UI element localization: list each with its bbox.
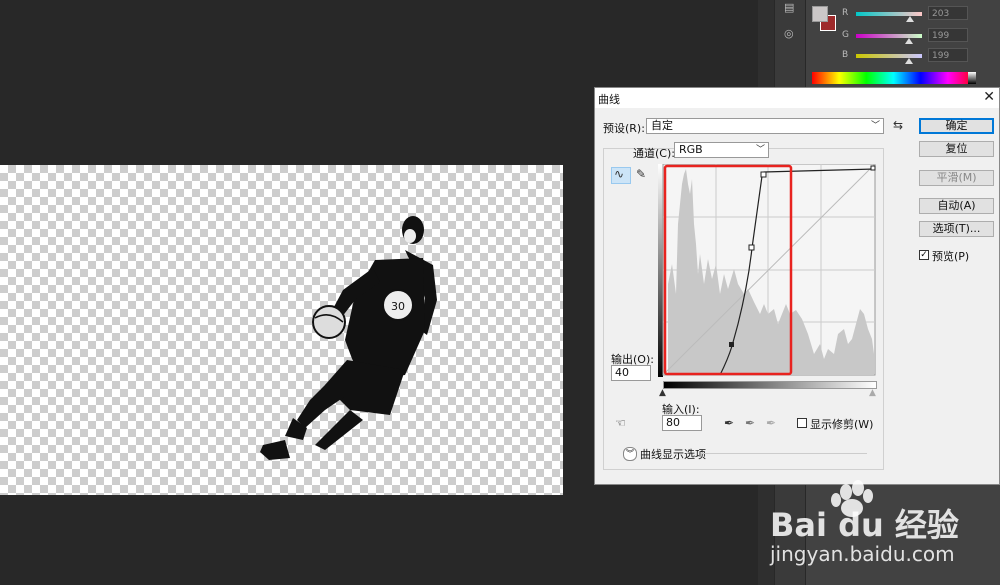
- pencil-icon[interactable]: ✎: [636, 167, 646, 181]
- chevron-down-icon: ﹀: [870, 121, 880, 131]
- curve-display-options-label[interactable]: 曲线显示选项: [640, 446, 706, 462]
- blue-value-field[interactable]: 199: [928, 48, 968, 62]
- preset-label: 预设(R):: [603, 122, 645, 135]
- panel-icon-1[interactable]: ▤: [784, 2, 796, 14]
- green-slider-row: G 199: [842, 28, 972, 44]
- options-button[interactable]: 选项(T)...: [919, 221, 994, 237]
- red-slider-knob[interactable]: [906, 16, 914, 22]
- blue-slider-knob[interactable]: [905, 58, 913, 64]
- show-clipping-label: 显示修剪(W): [810, 418, 874, 431]
- ok-button[interactable]: 确定: [919, 118, 994, 134]
- curve-point: [760, 171, 767, 178]
- channel-label: 通道(C):: [633, 147, 675, 160]
- smooth-button[interactable]: 平滑(M): [919, 170, 994, 186]
- red-slider-row: R 203: [842, 6, 972, 22]
- blue-slider-row: B 199: [842, 48, 972, 64]
- output-field[interactable]: 40: [611, 365, 651, 381]
- curves-dialog: 曲线 ✕ 预设(R): 自定 ﹀ ⇆ 通道(C): RGB ﹀ ∿ ✎ ▲ ▲ …: [594, 87, 1000, 485]
- black-eyedropper-icon[interactable]: ✒: [724, 416, 734, 430]
- white-eyedropper-icon[interactable]: ✒: [766, 416, 776, 430]
- preview-checkbox[interactable]: ✓: [919, 250, 929, 260]
- channel-select[interactable]: RGB ﹀: [674, 142, 769, 158]
- gray-eyedropper-icon[interactable]: ✒: [745, 416, 755, 430]
- preset-select[interactable]: 自定 ﹀: [646, 118, 884, 134]
- svg-text:30: 30: [391, 300, 405, 313]
- green-label: G: [842, 30, 849, 40]
- show-clipping-checkbox[interactable]: [797, 418, 807, 428]
- curve-graph[interactable]: [658, 164, 876, 377]
- curve-point: [729, 342, 734, 347]
- watermark-url: jingyan.baidu.com: [770, 542, 955, 566]
- black-point-slider[interactable]: ▲: [659, 388, 666, 398]
- preview-label: 预览(P): [932, 250, 970, 263]
- divider: [701, 453, 867, 454]
- panel-icon-2[interactable]: ◎: [784, 28, 796, 40]
- green-slider-knob[interactable]: [905, 38, 913, 44]
- preset-options-icon[interactable]: ⇆: [893, 118, 903, 132]
- input-field[interactable]: 80: [662, 415, 702, 431]
- expand-icon[interactable]: ︾: [623, 447, 637, 461]
- preset-value: 自定: [651, 119, 673, 132]
- chevron-down-icon: ﹀: [755, 145, 765, 155]
- curve-point: [870, 165, 876, 171]
- green-value-field[interactable]: 199: [928, 28, 968, 42]
- on-image-adjust-icon[interactable]: ☜: [615, 416, 626, 430]
- close-icon[interactable]: ✕: [983, 89, 995, 105]
- dialog-titlebar[interactable]: 曲线 ✕: [595, 88, 999, 108]
- color-spectrum-bar[interactable]: [812, 72, 976, 84]
- channel-value: RGB: [679, 143, 703, 156]
- output-gradient-bar: [658, 164, 663, 377]
- curve-point: [748, 244, 755, 251]
- dialog-title: 曲线: [598, 93, 620, 106]
- watermark-brand: Bai du 经验: [770, 506, 959, 544]
- auto-button[interactable]: 自动(A): [919, 198, 994, 214]
- input-gradient-bar: [663, 381, 877, 389]
- blue-label: B: [842, 50, 849, 60]
- foreground-color-swatch[interactable]: [812, 6, 828, 22]
- document-canvas[interactable]: 30: [0, 165, 563, 495]
- red-label: R: [842, 8, 849, 18]
- curve-tool-icon: ∿: [614, 167, 625, 181]
- player-cutout-image: 30: [260, 216, 437, 460]
- white-point-slider[interactable]: ▲: [869, 388, 876, 398]
- reset-button[interactable]: 复位: [919, 141, 994, 157]
- red-value-field[interactable]: 203: [928, 6, 968, 20]
